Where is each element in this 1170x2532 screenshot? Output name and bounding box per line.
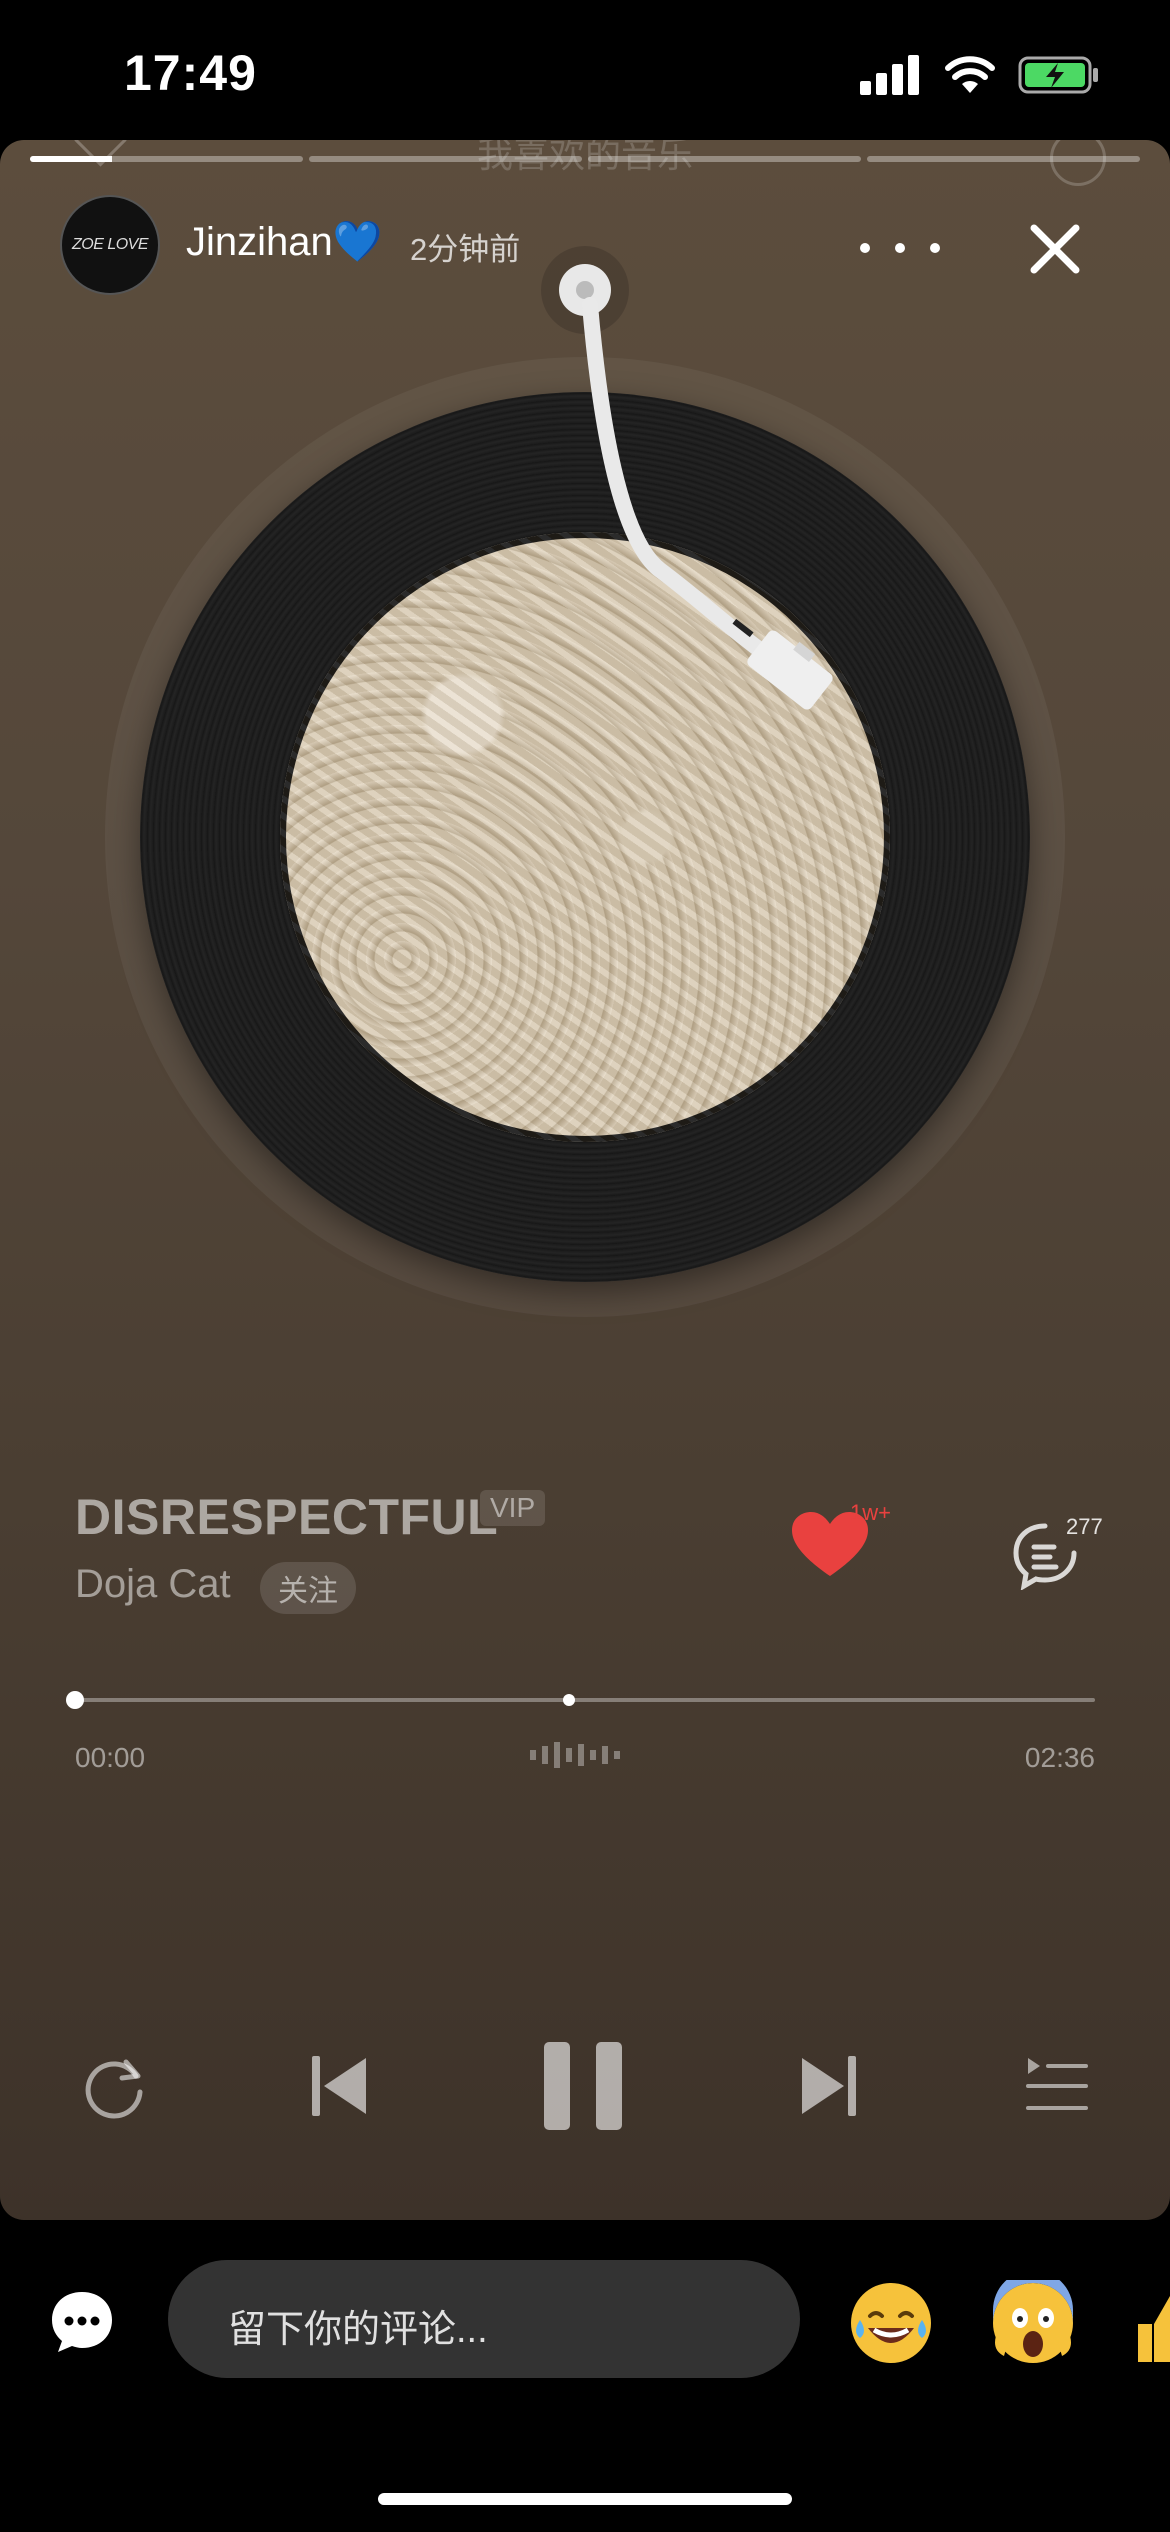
artist-name[interactable]: Doja Cat: [75, 1562, 231, 1607]
time-current: 00:00: [75, 1742, 146, 1773]
repeat-icon[interactable]: [78, 2050, 150, 2122]
progress-marker: [563, 1694, 575, 1706]
comment-count: 277: [1066, 1514, 1103, 1539]
home-indicator[interactable]: [378, 2493, 792, 2505]
tonearm: [541, 246, 833, 710]
comment-placeholder: 留下你的评论...: [228, 2309, 488, 2351]
laugh-emoji-icon[interactable]: [848, 2280, 934, 2366]
audio-wave-icon: [530, 1742, 620, 1768]
previous-icon[interactable]: [310, 2054, 370, 2118]
song-title: DISRESPECTFUL: [75, 1489, 499, 1545]
chat-bubble-icon[interactable]: [48, 2288, 116, 2356]
follow-button[interactable]: 关注: [260, 1562, 356, 1614]
progress-track[interactable]: [75, 1698, 1095, 1702]
vip-badge: VIP: [480, 1490, 546, 1526]
pause-icon[interactable]: [540, 2038, 626, 2134]
next-icon[interactable]: [798, 2054, 858, 2118]
like-count: 1w+: [850, 1500, 891, 1525]
progress-thumb[interactable]: [66, 1691, 84, 1709]
time-total: 02:36: [1024, 1742, 1095, 1773]
playlist-icon[interactable]: [1026, 2054, 1088, 2116]
thumbs-up-emoji-icon[interactable]: [1130, 2280, 1170, 2366]
comment-input[interactable]: 留下你的评论...: [168, 2260, 800, 2378]
scream-emoji-icon[interactable]: [990, 2270, 1076, 2366]
